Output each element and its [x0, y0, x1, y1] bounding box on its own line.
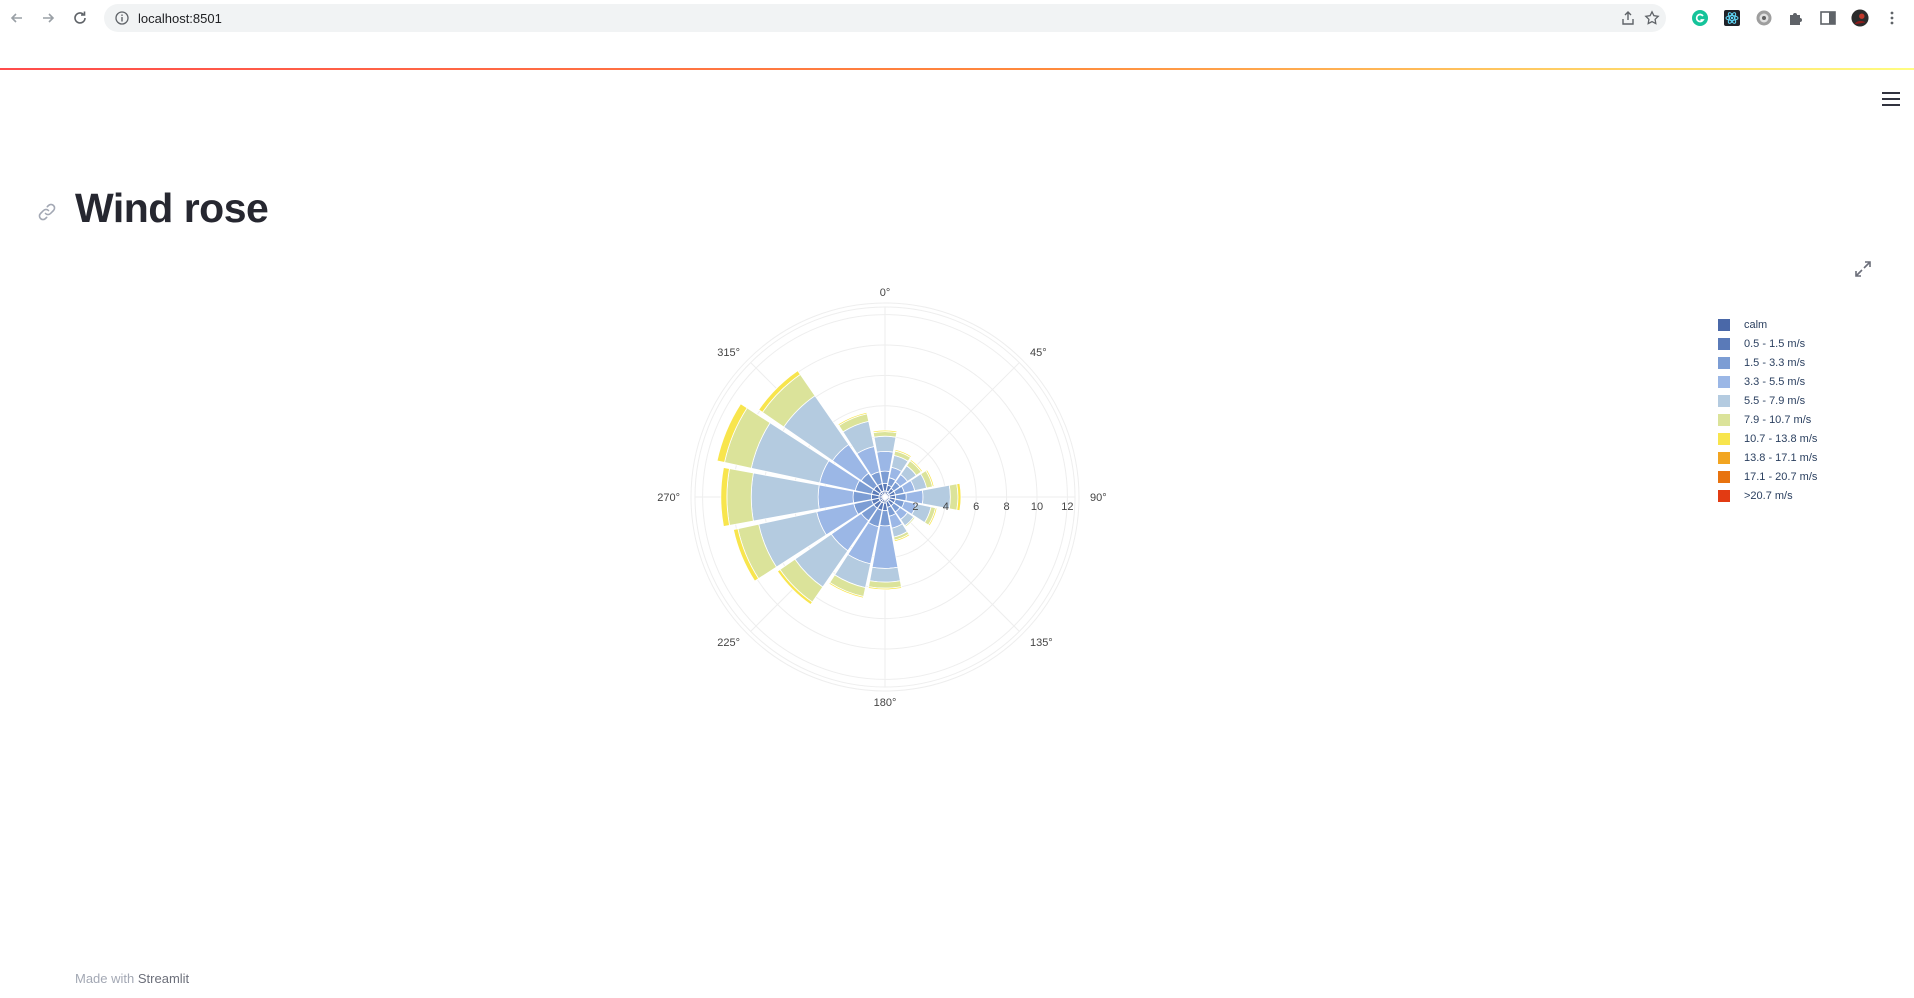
- angular-tick-label: 0°: [880, 287, 891, 299]
- wind-rose-svg: 2 4 6 8 10 12 0° 45° 90° 135° 180° 225° 270° 315°: [657, 287, 1107, 709]
- legend-item[interactable]: 0.5 - 1.5 m/s: [1718, 334, 1898, 353]
- legend-item[interactable]: 1.5 - 3.3 m/s: [1718, 353, 1898, 372]
- info-icon[interactable]: [114, 10, 130, 26]
- radial-tick-label: 2: [912, 501, 918, 513]
- angular-tick-label: 180°: [874, 697, 897, 709]
- legend-item[interactable]: 13.8 - 17.1 m/s: [1718, 448, 1898, 467]
- legend-label: 17.1 - 20.7 m/s: [1744, 470, 1818, 483]
- footer-brand-link[interactable]: Streamlit: [138, 971, 189, 986]
- legend-label: 7.9 - 10.7 m/s: [1744, 413, 1812, 426]
- legend-swatch: [1718, 318, 1730, 331]
- wind-bar-segment: [869, 566, 901, 583]
- wind-rose-chart: 2 4 6 8 10 12 0° 45° 90° 135° 180° 225° 270° 315°: [650, 280, 1110, 720]
- extension-icon[interactable]: [1754, 8, 1774, 28]
- wind-bar-segment: [726, 468, 754, 526]
- legend-swatch: [1718, 451, 1730, 464]
- fullscreen-icon[interactable]: [1853, 259, 1873, 279]
- legend-item[interactable]: >20.7 m/s: [1718, 486, 1898, 505]
- reload-icon[interactable]: [68, 6, 92, 30]
- puzzle-icon[interactable]: [1786, 8, 1806, 28]
- legend-swatch: [1718, 375, 1730, 388]
- legend-item[interactable]: 17.1 - 20.7 m/s: [1718, 467, 1898, 486]
- share-icon[interactable]: [1620, 10, 1636, 26]
- legend-swatch: [1718, 470, 1730, 483]
- legend-label: 5.5 - 7.9 m/s: [1744, 394, 1806, 407]
- streamlit-decoration-line: [0, 68, 1914, 70]
- radial-tick-label: 8: [1004, 501, 1010, 513]
- angular-tick-label: 135°: [1030, 637, 1053, 649]
- react-devtools-icon[interactable]: [1722, 8, 1742, 28]
- angular-tick-label: 45°: [1030, 347, 1047, 359]
- legend-swatch: [1718, 394, 1730, 407]
- legend-swatch: [1718, 432, 1730, 445]
- kebab-menu-icon[interactable]: [1882, 8, 1902, 28]
- legend-swatch: [1718, 489, 1730, 502]
- footer: Made with Streamlit: [75, 971, 189, 986]
- legend-label: >20.7 m/s: [1744, 489, 1793, 502]
- legend-swatch: [1718, 337, 1730, 350]
- legend-label: 1.5 - 3.3 m/s: [1744, 356, 1806, 369]
- legend-label: 3.3 - 5.5 m/s: [1744, 375, 1806, 388]
- sidebar-icon[interactable]: [1818, 8, 1838, 28]
- link-icon[interactable]: [36, 201, 58, 223]
- legend-item[interactable]: 7.9 - 10.7 m/s: [1718, 410, 1898, 429]
- legend-label: 0.5 - 1.5 m/s: [1744, 337, 1806, 350]
- chart-legend: calm 0.5 - 1.5 m/s 1.5 - 3.3 m/s 3.3 - 5.5 …: [1718, 315, 1898, 505]
- wind-bar-segment: [948, 483, 959, 511]
- grammarly-icon[interactable]: [1690, 8, 1710, 28]
- radial-tick-label: 12: [1061, 501, 1073, 513]
- legend-item[interactable]: 10.7 - 13.8 m/s: [1718, 429, 1898, 448]
- star-icon[interactable]: [1644, 10, 1660, 26]
- legend-label: 13.8 - 17.1 m/s: [1744, 451, 1818, 464]
- legend-item[interactable]: calm: [1718, 315, 1898, 334]
- wind-bar-segment: [873, 435, 897, 453]
- profile-avatar[interactable]: [1850, 8, 1870, 28]
- url-text[interactable]: localhost:8501: [138, 11, 222, 26]
- browser-toolbar: localhost:8501: [0, 0, 1914, 36]
- hamburger-menu-icon[interactable]: [1878, 86, 1904, 112]
- forward-arrow-icon[interactable]: [36, 6, 60, 30]
- page-title: Wind rose: [75, 185, 269, 231]
- address-bar[interactable]: localhost:8501: [104, 4, 1666, 32]
- angular-tick-label: 315°: [717, 347, 740, 359]
- legend-item[interactable]: 5.5 - 7.9 m/s: [1718, 391, 1898, 410]
- legend-swatch: [1718, 356, 1730, 369]
- radial-tick-label: 4: [943, 501, 949, 513]
- legend-item[interactable]: 3.3 - 5.5 m/s: [1718, 372, 1898, 391]
- radial-tick-label: 10: [1031, 501, 1043, 513]
- back-arrow-icon[interactable]: [5, 6, 29, 30]
- legend-label: calm: [1744, 318, 1768, 331]
- angular-tick-label: 270°: [657, 492, 680, 504]
- angular-tick-label: 225°: [717, 637, 740, 649]
- radial-tick-label: 6: [973, 501, 979, 513]
- legend-label: 10.7 - 13.8 m/s: [1744, 432, 1818, 445]
- angular-tick-label: 90°: [1090, 492, 1107, 504]
- legend-swatch: [1718, 413, 1730, 426]
- footer-prefix: Made with: [75, 971, 135, 986]
